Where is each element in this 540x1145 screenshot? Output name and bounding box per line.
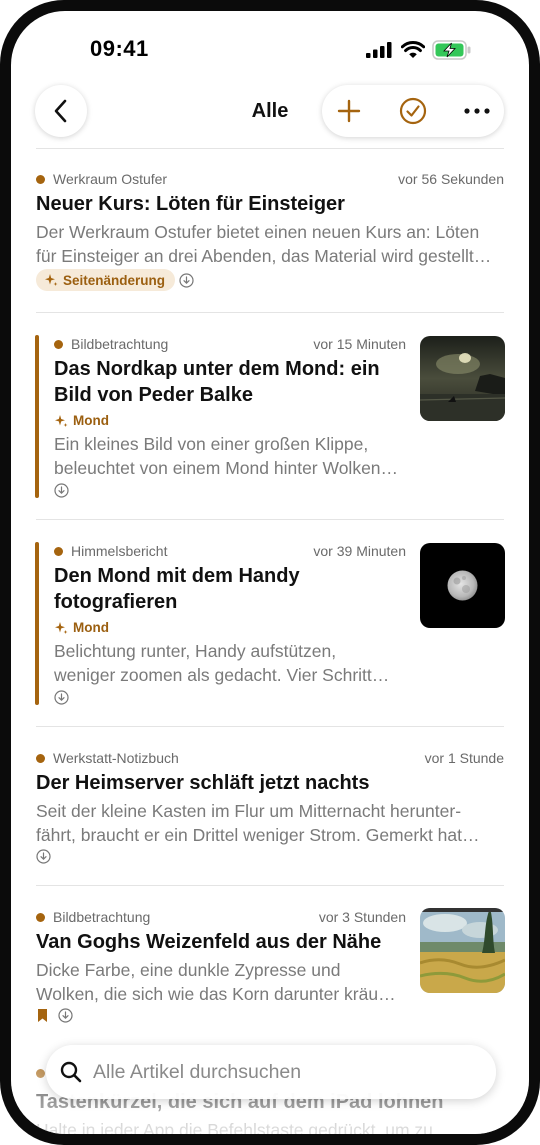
- checkmark-circle-icon: [399, 97, 427, 125]
- source-label: Bildbetrachtung: [53, 909, 151, 925]
- download-icon: [54, 483, 69, 498]
- battery-charging-icon: [432, 40, 471, 60]
- article-title: Van Goghs Weizenfeld aus der Nähe: [36, 931, 382, 953]
- article-excerpt: Halte in jeder App die Befehlstaste gedr…: [36, 1120, 451, 1134]
- search-input[interactable]: Alle Artikel durchsuchen: [93, 1061, 301, 1084]
- article-excerpt: Belichtung runter, Handy aufstützen, wen…: [54, 641, 390, 685]
- divider: [36, 312, 504, 313]
- unread-dot: [54, 339, 63, 349]
- tag-page-change[interactable]: Seitenänderung: [36, 269, 176, 291]
- article-source: Werkraum Ostufer: [36, 171, 167, 187]
- chevron-left-icon: [54, 99, 67, 123]
- article-title: Neuer Kurs: Löten für Einsteiger: [36, 193, 345, 215]
- article-time: vor 15 Minuten: [313, 336, 406, 352]
- tag-label: Mond: [73, 413, 109, 428]
- toolbar-actions: [322, 85, 504, 137]
- sparkle-icon: [55, 621, 68, 634]
- tag-label: Seitenänderung: [63, 272, 166, 288]
- status-time: 09:41: [90, 36, 149, 61]
- unread-dot: [36, 753, 45, 763]
- article-title: Den Mond mit dem Handy fotografieren: [54, 565, 300, 613]
- unread-dot: [54, 546, 63, 556]
- divider: [36, 885, 504, 886]
- article-time: vor 39 Minuten: [313, 543, 406, 559]
- source-label: Bildbetrachtung: [71, 336, 169, 352]
- article-time: vor 56 Sekunden: [398, 171, 504, 187]
- article-excerpt: Ein kleines Bild von einer großen Klippe…: [54, 434, 399, 478]
- download-icon: [54, 690, 69, 705]
- article-thumbnail: [420, 908, 505, 993]
- search-icon: [60, 1061, 82, 1083]
- article-excerpt: Der Werkraum Ostufer bietet einen neuen …: [36, 222, 492, 266]
- article-title: Der Heimserver schläft jetzt nachts: [36, 772, 370, 794]
- more-button[interactable]: [451, 85, 503, 137]
- accent-bar: [35, 335, 39, 498]
- source-label: Himmelsbericht: [71, 543, 168, 559]
- article-title: Das Nordkap unter dem Mond: ein Bild von…: [54, 358, 380, 406]
- article-source: Bildbetrachtung: [54, 336, 168, 352]
- article-time: vor 3 Stunden: [318, 909, 406, 925]
- article-excerpt: Dicke Farbe, eine dunkle Zypresse und Wo…: [36, 960, 396, 1004]
- download-icon: [36, 849, 51, 864]
- add-button[interactable]: [323, 85, 375, 137]
- article-time: vor 1 Stunde: [424, 750, 504, 766]
- accent-bar: [35, 542, 39, 705]
- source-label: Werkraum Ostufer: [53, 171, 168, 187]
- unread-dot: [36, 174, 45, 184]
- plus-icon: [337, 99, 361, 123]
- mark-all-read-button[interactable]: [387, 85, 439, 137]
- download-icon: [58, 1008, 73, 1023]
- article-thumbnail: [420, 336, 505, 421]
- source-label: Werkstatt-Notizbuch: [53, 750, 179, 766]
- sparkle-icon: [45, 274, 58, 286]
- article-source: Himmelsbericht: [54, 543, 167, 559]
- back-button[interactable]: [35, 85, 87, 137]
- sparkle-icon: [55, 414, 68, 427]
- signal-icon: [366, 42, 392, 58]
- unread-dot: [36, 1069, 45, 1078]
- screen: 09:41 Alle Werkraum Ostufer vor 56 Sekun…: [11, 11, 529, 1134]
- tag-label: Mond: [73, 620, 109, 635]
- tag-moon[interactable]: Mond: [54, 413, 109, 428]
- bookmark-icon: [38, 1009, 47, 1022]
- article-thumbnail: [420, 543, 505, 628]
- wifi-icon: [401, 41, 425, 58]
- article-excerpt: Seit der kleine Kasten im Flur um Mitter…: [36, 801, 480, 845]
- article-source: Bildbetrachtung: [36, 909, 150, 925]
- download-icon: [179, 273, 194, 288]
- unread-dot: [36, 912, 45, 922]
- tag-moon[interactable]: Mond: [54, 620, 109, 635]
- divider: [36, 519, 504, 520]
- divider: [36, 726, 504, 727]
- page-title: Alle: [251, 100, 289, 122]
- article-source: Werkstatt-Notizbuch: [36, 750, 179, 766]
- search-bar[interactable]: Alle Artikel durchsuchen: [46, 1045, 496, 1099]
- ellipsis-icon: [464, 108, 490, 114]
- divider: [36, 148, 504, 149]
- phone-frame: 09:41 Alle Werkraum Ostufer vor 56 Sekun…: [0, 0, 540, 1145]
